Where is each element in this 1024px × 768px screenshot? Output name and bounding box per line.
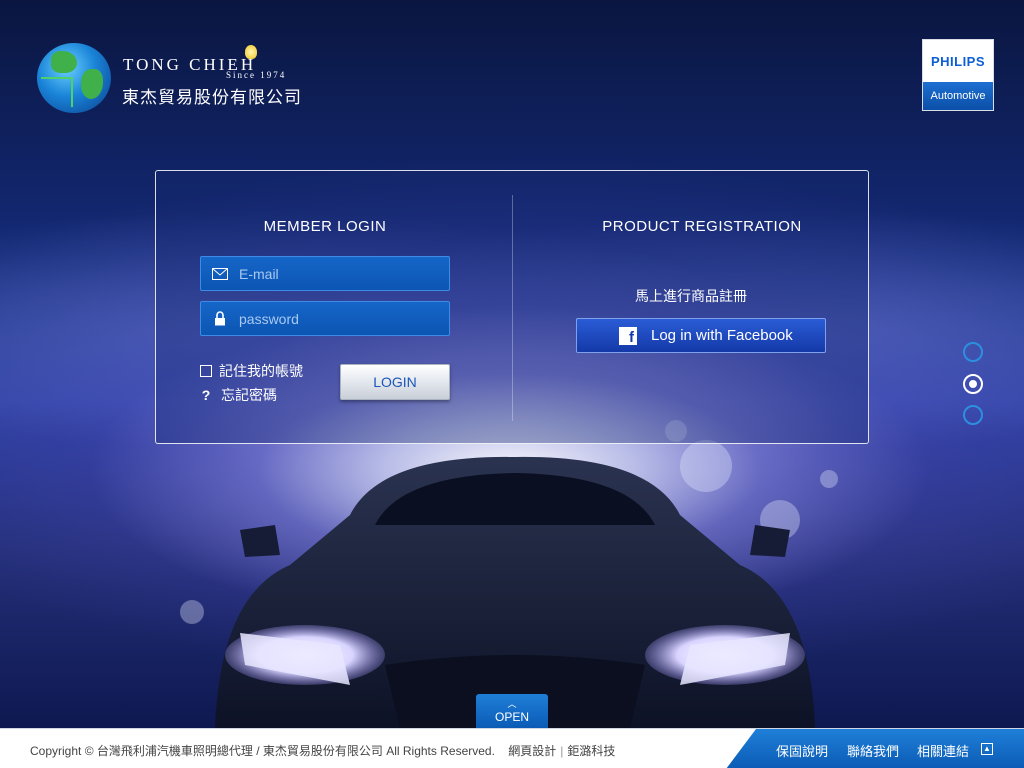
- footer-nav: 保固說明 聯絡我們 相關連結 ▲: [726, 729, 1024, 768]
- bokeh-light: [180, 600, 204, 624]
- login-button[interactable]: LOGIN: [340, 364, 450, 400]
- facebook-icon: f: [619, 326, 637, 345]
- forgot-password-link[interactable]: ? 忘記密碼: [200, 385, 277, 405]
- login-panel: MEMBER LOGIN 記住我的帳號 ? 忘記密碼 LOGIN PRODUCT…: [155, 170, 869, 444]
- bokeh-light: [820, 470, 838, 488]
- back-to-top-icon[interactable]: ▲: [981, 743, 993, 755]
- brand-name-zh: 東杰貿易股份有限公司: [122, 88, 302, 107]
- slide-dot-2[interactable]: [963, 374, 983, 394]
- lock-icon: [201, 311, 239, 326]
- remember-me[interactable]: 記住我的帳號: [200, 361, 303, 381]
- sports-car-image: [215, 456, 815, 728]
- slide-dot-1[interactable]: [963, 342, 983, 362]
- copyright-label: Copyright © 台灣飛利浦汽機車照明總代理 / 東杰貿易股份有限公司 A…: [30, 744, 495, 758]
- footer: Copyright © 台灣飛利浦汽機車照明總代理 / 東杰貿易股份有限公司 A…: [0, 728, 1024, 768]
- footer-link-warranty[interactable]: 保固說明: [776, 741, 828, 760]
- password-input[interactable]: [239, 310, 439, 327]
- envelope-icon: [201, 267, 239, 280]
- panel-divider: [512, 195, 513, 421]
- facebook-login-button[interactable]: f Log in with Facebook: [576, 318, 826, 353]
- philips-automotive-logo: PHILIPS Automotive: [922, 39, 994, 111]
- globe-logo-icon: [37, 43, 111, 113]
- open-tab-label: OPEN: [494, 710, 529, 724]
- forgot-password-label: 忘記密碼: [221, 387, 277, 403]
- facebook-login-label: Log in with Facebook: [651, 327, 793, 344]
- email-field[interactable]: [200, 256, 450, 291]
- copyright-text: Copyright © 台灣飛利浦汽機車照明總代理 / 東杰貿易股份有限公司 A…: [30, 742, 615, 759]
- philips-wordmark: PHILIPS: [930, 54, 986, 69]
- remember-label: 記住我的帳號: [219, 363, 303, 379]
- email-input[interactable]: [239, 265, 439, 282]
- member-login-title: MEMBER LOGIN: [263, 218, 387, 235]
- footer-link-contact[interactable]: 聯絡我們: [847, 741, 899, 760]
- open-tab-button[interactable]: ︿ OPEN: [476, 694, 548, 728]
- password-field[interactable]: [200, 301, 450, 336]
- footer-link-related[interactable]: 相關連結: [917, 741, 969, 760]
- chevron-up-icon: ︿: [507, 699, 517, 709]
- product-registration-title: PRODUCT REGISTRATION: [602, 218, 802, 235]
- designer-link[interactable]: 鉅潞科技: [567, 744, 615, 758]
- registration-text: 馬上進行商品註冊: [635, 288, 747, 304]
- slide-dot-3[interactable]: [963, 405, 983, 425]
- design-credit-label: 網頁設計: [508, 744, 557, 758]
- philips-sub: Automotive: [923, 82, 993, 110]
- question-icon: ?: [201, 387, 211, 403]
- credit-separator: |: [560, 744, 564, 758]
- brand-since: Since 1974: [226, 70, 287, 80]
- remember-checkbox[interactable]: [200, 365, 212, 377]
